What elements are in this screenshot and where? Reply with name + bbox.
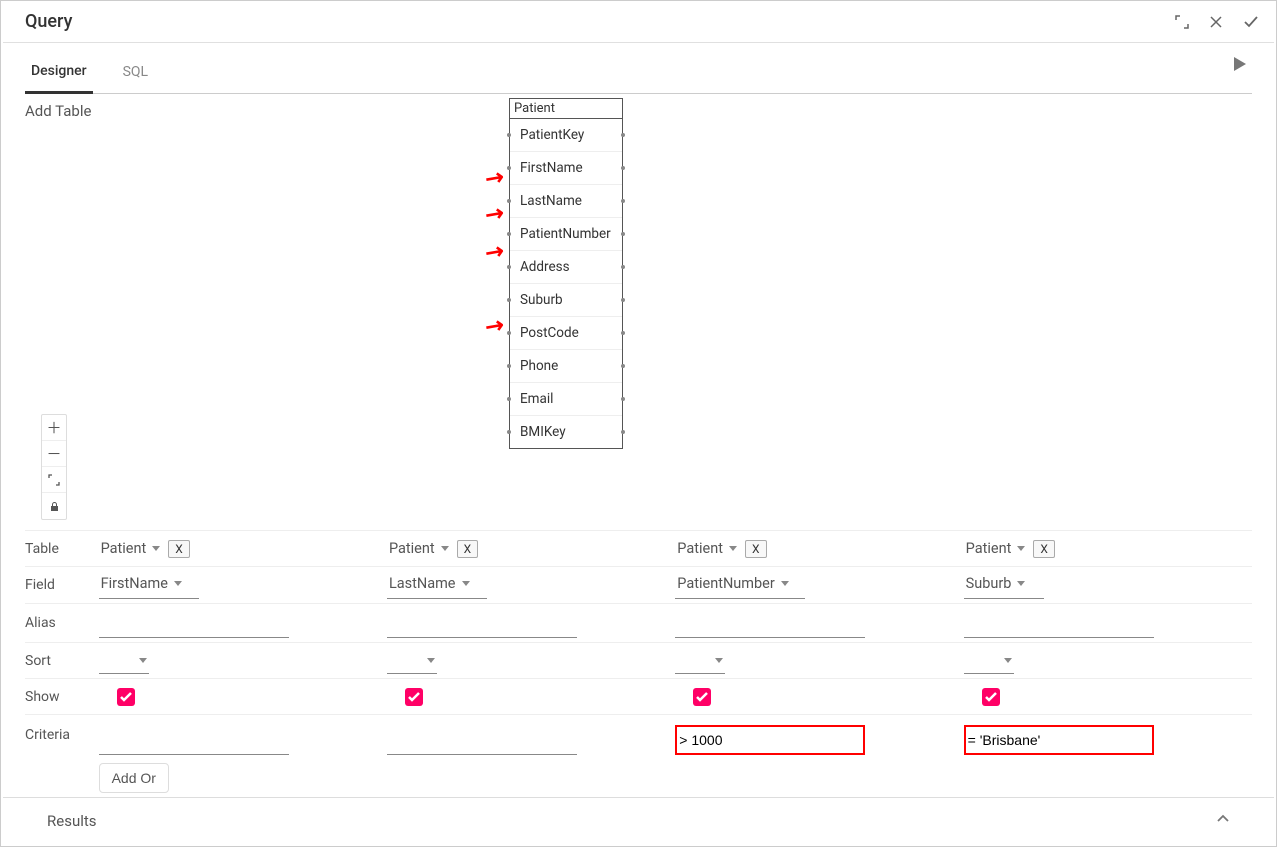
query-grid: Table Patient X Patient X Patient X Pati…: [25, 530, 1252, 797]
alias-input-1[interactable]: [387, 608, 577, 638]
remove-column-button-2[interactable]: X: [745, 540, 767, 558]
grid-row-alias: Alias: [25, 604, 1252, 643]
caret-down-icon: [729, 546, 737, 551]
caret-down-icon: [715, 658, 723, 663]
results-label: Results: [47, 812, 97, 830]
field-bmikey[interactable]: BMIKey: [510, 416, 622, 448]
show-checkbox-3[interactable]: [982, 688, 1000, 706]
show-checkbox-0[interactable]: [117, 688, 135, 706]
remove-column-button-0[interactable]: X: [168, 540, 190, 558]
field-dropdown-3[interactable]: Suburb: [964, 571, 1044, 599]
table-dropdown-0[interactable]: Patient: [99, 536, 163, 561]
designer-canvas[interactable]: Add Table Patient PatientKey FirstName L…: [25, 94, 1252, 530]
field-lastname[interactable]: LastName: [510, 185, 622, 218]
field-suburb[interactable]: Suburb: [510, 284, 622, 317]
field-firstname[interactable]: FirstName: [510, 152, 622, 185]
row-label-table: Table: [25, 541, 99, 557]
field-postcode[interactable]: PostCode: [510, 317, 622, 350]
caret-down-icon: [441, 546, 449, 551]
field-dropdown-2[interactable]: PatientNumber: [675, 571, 805, 599]
grid-row-field: Field FirstName LastName PatientNumber S…: [25, 567, 1252, 604]
caret-down-icon: [1004, 658, 1012, 663]
table-node-patient[interactable]: Patient PatientKey FirstName LastName Pa…: [509, 98, 623, 449]
row-label-alias: Alias: [25, 615, 99, 631]
cell-field-0: FirstName: [99, 567, 387, 603]
zoom-out-button[interactable]: －: [42, 441, 66, 467]
caret-down-icon: [1017, 546, 1025, 551]
field-address[interactable]: Address: [510, 251, 622, 284]
cell-table-0: Patient X: [99, 532, 387, 565]
grid-row-table: Table Patient X Patient X Patient X Pati…: [25, 531, 1252, 567]
sort-dropdown-3[interactable]: [964, 648, 1014, 674]
sort-dropdown-0[interactable]: [99, 648, 149, 674]
grid-row-show: Show: [25, 679, 1252, 715]
add-or-button[interactable]: Add Or: [99, 763, 169, 793]
field-email[interactable]: Email: [510, 383, 622, 416]
zoom-fit-button[interactable]: [42, 467, 66, 493]
expand-icon[interactable]: [1174, 14, 1190, 30]
row-label-sort: Sort: [25, 653, 99, 669]
field-dropdown-0[interactable]: FirstName: [99, 571, 199, 599]
caret-down-icon: [427, 658, 435, 663]
field-phone[interactable]: Phone: [510, 350, 622, 383]
show-checkbox-1[interactable]: [405, 688, 423, 706]
sort-dropdown-2[interactable]: [675, 648, 725, 674]
table-dropdown-3[interactable]: Patient: [964, 536, 1028, 561]
criteria-input-1[interactable]: [387, 725, 577, 755]
caret-down-icon: [462, 581, 470, 586]
chevron-up-icon: [1216, 812, 1230, 830]
tab-sql[interactable]: SQL: [117, 58, 154, 92]
results-panel-header[interactable]: Results: [3, 797, 1274, 844]
confirm-icon[interactable]: [1242, 13, 1260, 31]
table-node-title: Patient: [510, 99, 622, 119]
caret-down-icon: [139, 658, 147, 663]
criteria-input-3[interactable]: [964, 725, 1154, 755]
query-window: Query Designer SQL Add Table Patient Pat…: [0, 0, 1277, 847]
add-table-link[interactable]: Add Table: [25, 102, 91, 120]
remove-column-button-3[interactable]: X: [1033, 540, 1055, 558]
row-label-field: Field: [25, 577, 99, 593]
lock-button[interactable]: [42, 493, 66, 519]
tab-designer[interactable]: Designer: [25, 57, 93, 94]
close-icon[interactable]: [1208, 14, 1224, 30]
annotation-arrow-icon: ↗: [479, 163, 508, 194]
table-dropdown-2[interactable]: Patient: [675, 536, 739, 561]
tabs: Designer SQL: [25, 57, 1252, 94]
alias-input-0[interactable]: [99, 608, 289, 638]
caret-down-icon: [174, 581, 182, 586]
annotation-arrow-icon: ↗: [479, 311, 508, 342]
field-patientkey[interactable]: PatientKey: [510, 119, 622, 152]
row-label-show: Show: [25, 689, 99, 705]
grid-row-sort: Sort: [25, 643, 1252, 679]
annotation-arrow-icon: ↗: [479, 237, 508, 268]
cell-table-1: Patient X: [387, 532, 675, 565]
caret-down-icon: [152, 546, 160, 551]
field-patientnumber[interactable]: PatientNumber: [510, 218, 622, 251]
cell-table-3: Patient X: [964, 532, 1252, 565]
field-dropdown-1[interactable]: LastName: [387, 571, 487, 599]
zoom-in-button[interactable]: ＋: [42, 415, 66, 441]
window-title: Query: [25, 11, 72, 32]
annotation-arrow-icon: ↗: [479, 199, 508, 230]
cell-field-1: LastName: [387, 567, 675, 603]
cell-table-2: Patient X: [675, 532, 963, 565]
cell-field-2: PatientNumber: [675, 567, 963, 603]
run-query-button[interactable]: [1230, 55, 1248, 77]
caret-down-icon: [781, 581, 789, 586]
cell-field-3: Suburb: [964, 567, 1252, 603]
table-dropdown-1[interactable]: Patient: [387, 536, 451, 561]
titlebar: Query: [3, 1, 1274, 43]
criteria-input-0[interactable]: [99, 725, 289, 755]
remove-column-button-1[interactable]: X: [457, 540, 479, 558]
sort-dropdown-1[interactable]: [387, 648, 437, 674]
caret-down-icon: [1017, 581, 1025, 586]
show-checkbox-2[interactable]: [693, 688, 711, 706]
zoom-controls: ＋ －: [41, 414, 67, 520]
row-label-criteria: Criteria: [25, 721, 99, 743]
titlebar-actions: [1174, 13, 1260, 31]
alias-input-3[interactable]: [964, 608, 1154, 638]
criteria-input-2[interactable]: [675, 725, 865, 755]
grid-row-criteria: Criteria Add Or: [25, 715, 1252, 797]
alias-input-2[interactable]: [675, 608, 865, 638]
